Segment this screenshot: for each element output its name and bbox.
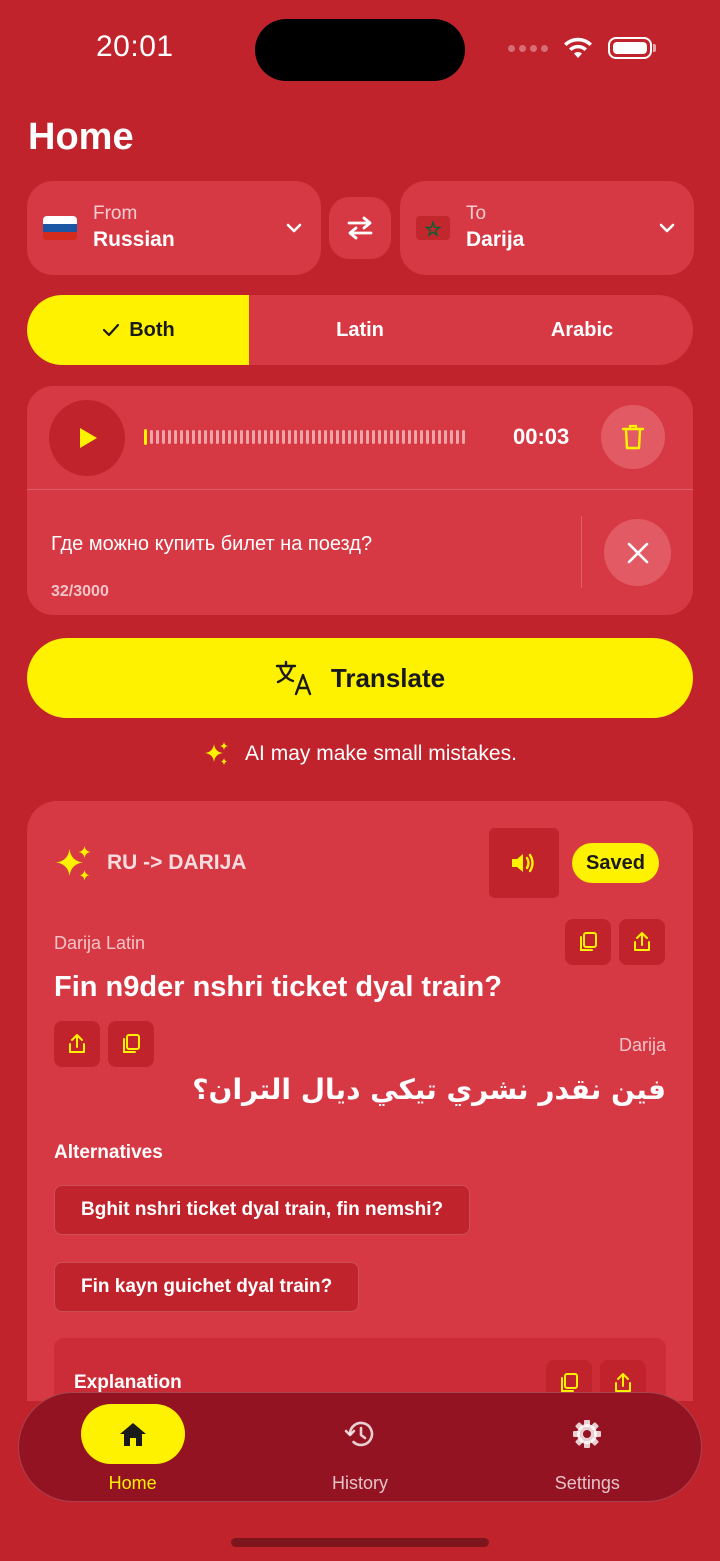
translate-label: Translate	[330, 662, 446, 693]
translate-button[interactable]: Translate	[27, 638, 693, 718]
share-latin-button[interactable]	[619, 919, 665, 965]
translation-direction: RU -> DARIJA	[107, 851, 247, 874]
delete-recording-button[interactable]	[601, 405, 665, 469]
page-title: Home	[28, 116, 134, 158]
home-indicator	[231, 1538, 489, 1547]
script-option-arabic[interactable]: Arabic	[471, 295, 693, 365]
status-icons	[508, 36, 656, 60]
swap-languages-button[interactable]	[329, 197, 391, 259]
alternatives-title: Alternatives	[54, 1142, 163, 1163]
from-language-selector[interactable]: From Russian	[27, 181, 321, 275]
copy-arabic-button[interactable]	[108, 1021, 154, 1067]
copy-latin-button[interactable]	[565, 919, 611, 965]
alternative-chip[interactable]: Fin kayn guichet dyal train?	[54, 1262, 360, 1312]
close-icon	[627, 542, 648, 563]
latin-label: Darija Latin	[54, 933, 146, 953]
ai-disclaimer: AI may make small mistakes.	[0, 740, 720, 768]
copy-icon	[123, 1034, 140, 1053]
history-icon	[344, 1421, 374, 1447]
to-label: To	[466, 203, 487, 224]
speaker-icon	[512, 853, 534, 873]
divider	[27, 489, 693, 490]
from-language-value: Russian	[93, 228, 175, 251]
audio-waveform[interactable]	[144, 429, 494, 445]
tab-home[interactable]: Home	[19, 1393, 246, 1501]
share-icon	[69, 1034, 85, 1053]
to-language-value: Darija	[466, 228, 525, 251]
to-language-selector[interactable]: To Darija	[400, 181, 694, 275]
signal-icon	[508, 44, 548, 52]
saved-badge[interactable]: Saved	[572, 843, 659, 883]
translation-result-card: RU -> DARIJA Saved Darija Latin Fin n9de…	[27, 801, 693, 1401]
swap-icon	[347, 216, 373, 240]
sparkles-icon	[56, 846, 91, 881]
script-option-both[interactable]: Both	[27, 295, 249, 365]
tab-label: History	[331, 1473, 388, 1493]
script-option-label: Arabic	[550, 318, 614, 341]
script-toggle: Both Latin Arabic	[27, 295, 693, 365]
bottom-tab-bar: Home History Settings	[18, 1392, 702, 1502]
share-icon	[634, 932, 650, 951]
sparkles-icon	[205, 742, 229, 765]
divider	[581, 516, 582, 588]
play-translation-button[interactable]	[489, 828, 559, 898]
input-card: 00:03 Где можно купить билет на поезд? 3…	[27, 386, 693, 615]
arabic-translation: فين نقدر نشري تيكي ديال التران؟	[192, 1073, 666, 1106]
explanation-title: Explanation	[74, 1372, 182, 1393]
share-arabic-button[interactable]	[54, 1021, 100, 1067]
disclaimer-text: AI may make small mistakes.	[245, 742, 517, 765]
character-count: 32/3000	[51, 583, 109, 600]
from-label: From	[93, 203, 138, 224]
source-text-input[interactable]: Где можно купить билет на поезд?	[51, 533, 372, 556]
morocco-flag-icon	[416, 216, 450, 240]
script-option-label: Both	[129, 318, 175, 341]
translate-icon	[275, 660, 312, 696]
arabic-label: Darija	[618, 1035, 666, 1055]
chevron-down-icon	[286, 223, 302, 233]
checkmark-icon	[103, 323, 120, 337]
wifi-icon	[564, 37, 592, 58]
play-icon	[80, 428, 97, 448]
battery-icon	[608, 37, 652, 59]
tab-label: Home	[108, 1473, 157, 1493]
status-time: 20:01	[96, 30, 174, 63]
russia-flag-icon	[43, 216, 77, 240]
tab-label: Settings	[554, 1473, 620, 1493]
tab-history[interactable]: History	[246, 1393, 473, 1501]
home-icon	[119, 1423, 146, 1446]
script-option-label: Latin	[336, 318, 384, 341]
clear-text-button[interactable]	[604, 519, 671, 586]
tab-settings[interactable]: Settings	[474, 1393, 701, 1501]
copy-icon	[580, 932, 597, 951]
recording-duration: 00:03	[513, 424, 570, 449]
play-recording-button[interactable]	[49, 400, 125, 476]
trash-icon	[621, 424, 645, 450]
latin-translation: Fin n9der nshri ticket dyal train?	[54, 971, 502, 1003]
script-option-latin[interactable]: Latin	[249, 295, 471, 365]
chevron-down-icon	[659, 223, 675, 233]
alternative-chip[interactable]: Bghit nshri ticket dyal train, fin nemsh…	[54, 1185, 471, 1235]
dynamic-island	[255, 19, 465, 81]
settings-icon	[573, 1420, 602, 1448]
